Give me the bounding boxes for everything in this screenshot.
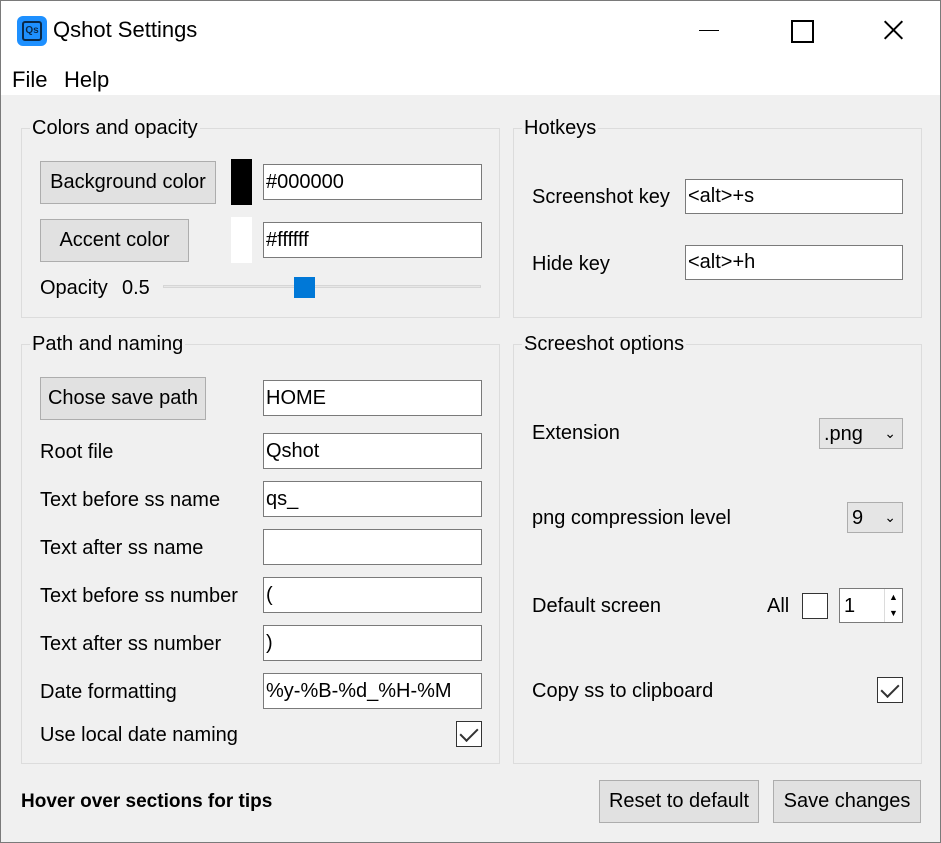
minimize-icon[interactable] xyxy=(689,11,729,49)
default-screen-label: Default screen xyxy=(532,595,661,617)
opacity-slider-thumb[interactable] xyxy=(294,277,315,298)
opacity-value: 0.5 xyxy=(122,277,150,299)
hotkeys-group-title: Hotkeys xyxy=(522,117,599,140)
after-name-label: Text after ss name xyxy=(40,537,204,559)
path-group-title: Path and naming xyxy=(30,333,186,356)
window-title: Qshot Settings xyxy=(53,17,198,42)
background-color-swatch xyxy=(231,159,252,205)
chevron-down-icon: ⌄ xyxy=(884,425,896,441)
after-number-label: Text after ss number xyxy=(40,633,222,655)
after-number-field[interactable] xyxy=(263,625,482,661)
screenshot-key-field[interactable] xyxy=(685,179,903,214)
date-format-label: Date formatting xyxy=(40,681,177,703)
screen-number-value: 1 xyxy=(844,595,856,617)
clipboard-checkbox[interactable] xyxy=(877,677,903,703)
compression-select-value: 9 xyxy=(852,507,864,529)
extension-select[interactable]: .png ⌄ xyxy=(819,418,903,449)
background-color-field[interactable] xyxy=(263,164,482,200)
menu-file[interactable]: File xyxy=(12,67,47,93)
hover-tip-text: Hover over sections for tips xyxy=(21,791,273,812)
menu-help[interactable]: Help xyxy=(64,67,109,93)
all-screens-label: All xyxy=(767,595,790,617)
before-number-label: Text before ss number xyxy=(40,585,238,607)
title-bar: Qs Qshot Settings xyxy=(1,1,940,61)
spin-arrows: ▲ ▼ xyxy=(884,589,902,622)
save-path-field[interactable] xyxy=(263,380,482,416)
screen-number-spinbox[interactable]: 1 ▲ ▼ xyxy=(839,588,903,623)
before-name-field[interactable] xyxy=(263,481,482,517)
chevron-down-icon: ⌄ xyxy=(884,509,896,525)
screenshot-options-title: Screeshot options xyxy=(522,333,687,356)
root-file-label: Root file xyxy=(40,441,114,463)
choose-save-path-button[interactable]: Chose save path xyxy=(40,377,206,420)
root-file-field[interactable] xyxy=(263,433,482,469)
clipboard-label: Copy ss to clipboard xyxy=(532,680,714,702)
local-date-checkbox[interactable] xyxy=(456,721,482,747)
all-screens-checkbox[interactable] xyxy=(802,593,828,619)
maximize-icon[interactable] xyxy=(781,11,821,49)
app-icon-label: Qs xyxy=(22,21,42,41)
before-number-field[interactable] xyxy=(263,577,482,613)
hotkeys-group xyxy=(513,128,922,318)
save-changes-button[interactable]: Save changes xyxy=(773,780,921,823)
screenshot-key-label: Screenshot key xyxy=(532,186,670,208)
accent-color-swatch xyxy=(231,217,252,263)
reset-default-button[interactable]: Reset to default xyxy=(599,780,759,823)
before-name-label: Text before ss name xyxy=(40,489,221,511)
background-color-button[interactable]: Background color xyxy=(40,161,216,204)
spin-down-icon[interactable]: ▼ xyxy=(885,605,902,622)
date-format-field[interactable] xyxy=(263,673,482,709)
close-icon[interactable] xyxy=(873,11,913,49)
menu-bar: File Help xyxy=(1,61,940,95)
extension-label: Extension xyxy=(532,422,620,444)
colors-group-title: Colors and opacity xyxy=(30,117,200,140)
accent-color-button[interactable]: Accent color xyxy=(40,219,189,262)
local-date-label: Use local date naming xyxy=(40,724,238,746)
spin-up-icon[interactable]: ▲ xyxy=(885,589,902,606)
accent-color-field[interactable] xyxy=(263,222,482,258)
compression-select[interactable]: 9 ⌄ xyxy=(847,502,903,533)
compression-label: png compression level xyxy=(532,507,731,529)
qshot-app-icon: Qs xyxy=(17,16,47,46)
after-name-field[interactable] xyxy=(263,529,482,565)
hide-key-field[interactable] xyxy=(685,245,903,280)
extension-select-value: .png xyxy=(824,423,863,445)
settings-window: Qs Qshot Settings File Help Colors and o… xyxy=(0,0,941,843)
opacity-slider-track[interactable] xyxy=(163,285,481,288)
hide-key-label: Hide key xyxy=(532,253,610,275)
opacity-label: Opacity xyxy=(40,277,108,299)
